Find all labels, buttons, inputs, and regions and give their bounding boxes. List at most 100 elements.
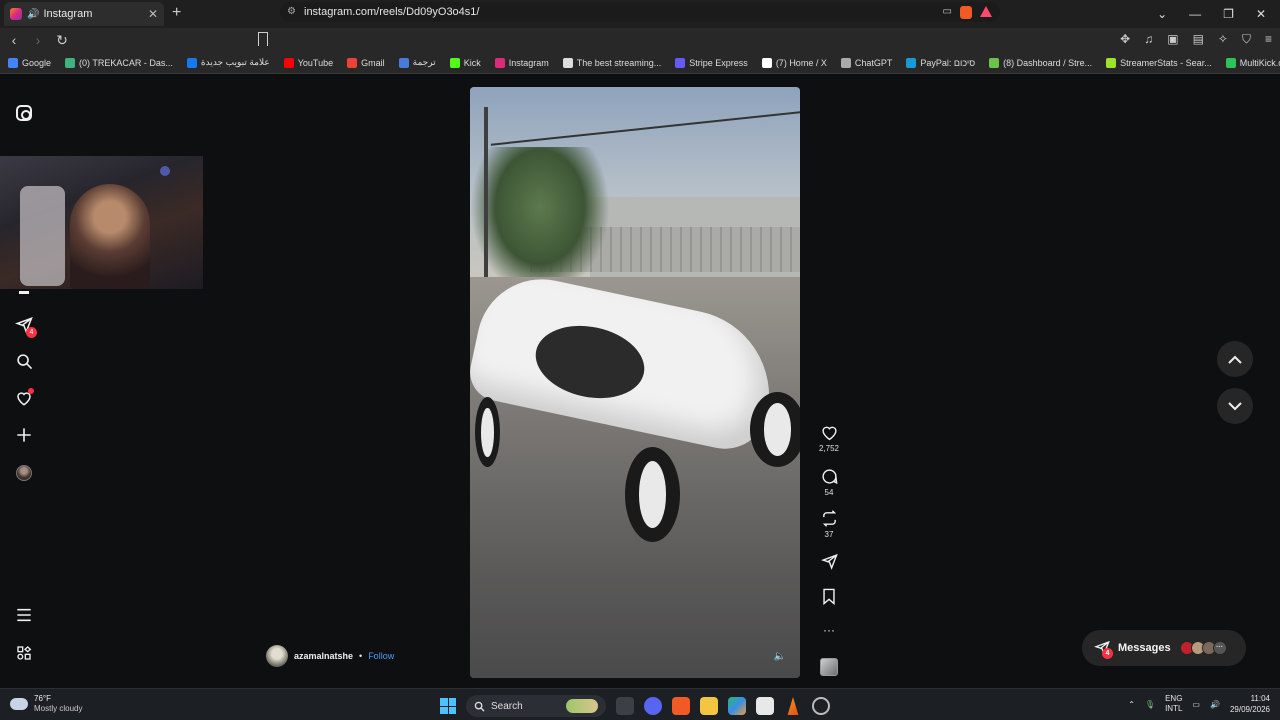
- repost-count: 37: [824, 530, 834, 539]
- messages-icon: 4: [1093, 640, 1113, 659]
- follow-button[interactable]: Follow: [368, 651, 394, 661]
- bookmark-favicon-icon: [675, 57, 686, 68]
- mute-toggle-icon[interactable]: 🔈: [774, 651, 786, 662]
- microphone-icon[interactable]: 🎙: [1145, 700, 1155, 709]
- more-menu-icon[interactable]: [14, 605, 34, 625]
- menu-icon[interactable]: ≡: [1265, 32, 1272, 47]
- sidebar-icon[interactable]: ▣: [1167, 32, 1178, 47]
- tab-instagram[interactable]: 🔊 Instagram ✕: [4, 2, 164, 26]
- new-tab-button[interactable]: +: [172, 4, 181, 22]
- bookmark-label: Stripe Express: [689, 57, 748, 68]
- bookmark-item[interactable]: Instagram: [494, 57, 549, 68]
- bookmark-item[interactable]: PayPal: סיכום: [906, 57, 975, 68]
- brave-shields-icon[interactable]: [960, 6, 972, 19]
- file-explorer-icon[interactable]: [700, 697, 718, 715]
- bookmark-label: ChatGPT: [854, 57, 893, 68]
- speaker-icon[interactable]: 🔊: [27, 9, 39, 20]
- also-from-meta-icon[interactable]: [14, 643, 34, 663]
- restore-button[interactable]: ❐: [1223, 7, 1234, 21]
- direct-messages-icon[interactable]: 4: [14, 315, 37, 338]
- windows-start-icon[interactable]: [440, 698, 456, 714]
- discord-icon[interactable]: [644, 697, 662, 715]
- bookmark-item[interactable]: Google: [8, 57, 52, 68]
- address-bar[interactable]: ⚙ instagram.com/reels/Dd09yO3o4s1/ ▭: [280, 2, 1000, 22]
- forward-button[interactable]: ›: [28, 32, 48, 48]
- bookmark-item[interactable]: Kick: [449, 57, 481, 68]
- clock[interactable]: 11:04 29/09/2026: [1230, 693, 1270, 715]
- brave-rewards-icon[interactable]: [980, 6, 992, 17]
- share-icon[interactable]: [814, 553, 844, 570]
- profile-avatar[interactable]: [14, 463, 34, 483]
- close-tab-icon[interactable]: ✕: [148, 7, 158, 21]
- bookmark-favicon-icon: [398, 57, 409, 68]
- messages-button[interactable]: 4 Messages ···: [1082, 630, 1246, 666]
- more-options-icon[interactable]: ···: [814, 623, 844, 637]
- author-username[interactable]: azamalnatshe: [294, 651, 353, 661]
- bookmark-label: MultiKick.com: Watc...: [1239, 57, 1280, 68]
- bookmark-label: Instagram: [508, 57, 549, 68]
- bookmark-favicon-icon: [562, 57, 573, 68]
- comment-action[interactable]: 54: [814, 468, 844, 497]
- audio-thumbnail[interactable]: [814, 658, 844, 676]
- bookmark-item[interactable]: (8) Dashboard / Stre...: [989, 57, 1092, 68]
- bookmark-item[interactable]: (7) Home / X: [761, 57, 827, 68]
- minimize-button[interactable]: —: [1189, 7, 1201, 21]
- bookmark-item[interactable]: Stripe Express: [675, 57, 748, 68]
- bookmark-favicon-icon: [1106, 57, 1117, 68]
- wallet-icon[interactable]: ▤: [1193, 32, 1204, 47]
- taskbar-search[interactable]: Search: [466, 695, 606, 717]
- instagram-logo-icon[interactable]: [14, 103, 34, 123]
- next-reel-button[interactable]: [1217, 388, 1253, 424]
- vpn-icon[interactable]: ⛉: [1242, 32, 1251, 47]
- site-info-icon[interactable]: ⚙: [287, 6, 296, 17]
- language-indicator[interactable]: ENG INTL: [1165, 694, 1182, 714]
- tab-search-icon[interactable]: ⌄: [1157, 7, 1167, 21]
- back-button[interactable]: ‹: [4, 32, 24, 48]
- bookmark-page-icon[interactable]: [258, 32, 268, 46]
- bookmark-favicon-icon: [906, 57, 917, 68]
- reload-button[interactable]: ↻: [52, 32, 72, 49]
- bookmark-item[interactable]: علامة تبويب جديدة: [186, 57, 270, 68]
- leo-ai-icon[interactable]: ✧: [1218, 32, 1228, 47]
- microsoft-store-icon[interactable]: [756, 697, 774, 715]
- bookmark-item[interactable]: The best streaming...: [562, 57, 661, 68]
- bookmark-item[interactable]: ترجمة: [398, 57, 436, 68]
- weather-temp: 76°F: [34, 694, 51, 703]
- bookmark-favicon-icon: [347, 57, 358, 68]
- task-view-icon[interactable]: [616, 697, 634, 715]
- brave-taskbar-icon[interactable]: [672, 697, 690, 715]
- network-icon[interactable]: ▭: [1192, 700, 1200, 709]
- volume-icon[interactable]: 🔊: [1210, 700, 1220, 709]
- show-hidden-icons[interactable]: ⌃: [1128, 700, 1135, 709]
- create-plus-icon[interactable]: [14, 425, 34, 445]
- bookmark-label: Gmail: [361, 57, 385, 68]
- webcam-overlay: [0, 156, 203, 289]
- weather-widget[interactable]: 76°F Mostly cloudy: [10, 694, 82, 714]
- bookmark-item[interactable]: ChatGPT: [840, 57, 893, 68]
- bookmark-item[interactable]: YouTube: [283, 57, 333, 68]
- notifications-heart-icon[interactable]: [14, 388, 34, 408]
- media-icon[interactable]: ♫: [1144, 32, 1153, 47]
- bookmark-favicon-icon: [186, 57, 197, 68]
- copilot-app-icon[interactable]: [728, 697, 746, 715]
- previous-reel-button[interactable]: [1217, 341, 1253, 377]
- messages-pill-badge: 4: [1102, 648, 1113, 659]
- bookmark-item[interactable]: StreamerStats - Sear...: [1106, 57, 1212, 68]
- bookmark-item[interactable]: MultiKick.com: Watc...: [1225, 57, 1280, 68]
- author-avatar[interactable]: [266, 645, 288, 667]
- save-bookmark-icon[interactable]: [814, 588, 844, 605]
- cast-icon[interactable]: ▭: [943, 6, 952, 19]
- like-action[interactable]: 2,752: [814, 425, 844, 453]
- bookmark-item[interactable]: (0) TREKACAR - Das...: [65, 57, 173, 68]
- close-window-button[interactable]: ✕: [1256, 7, 1266, 21]
- nitro-app-icon[interactable]: [787, 697, 799, 715]
- bookmark-favicon-icon: [761, 57, 772, 68]
- search-icon[interactable]: [14, 351, 34, 371]
- reel-video[interactable]: 🔈: [470, 87, 800, 678]
- bookmark-item[interactable]: Gmail: [347, 57, 385, 68]
- extensions-icon[interactable]: ✥: [1120, 32, 1130, 47]
- bookmark-label: ترجمة: [412, 57, 436, 67]
- bookmark-label: Google: [22, 57, 52, 68]
- chatgpt-app-icon[interactable]: [812, 697, 830, 715]
- repost-action[interactable]: 37: [814, 510, 844, 539]
